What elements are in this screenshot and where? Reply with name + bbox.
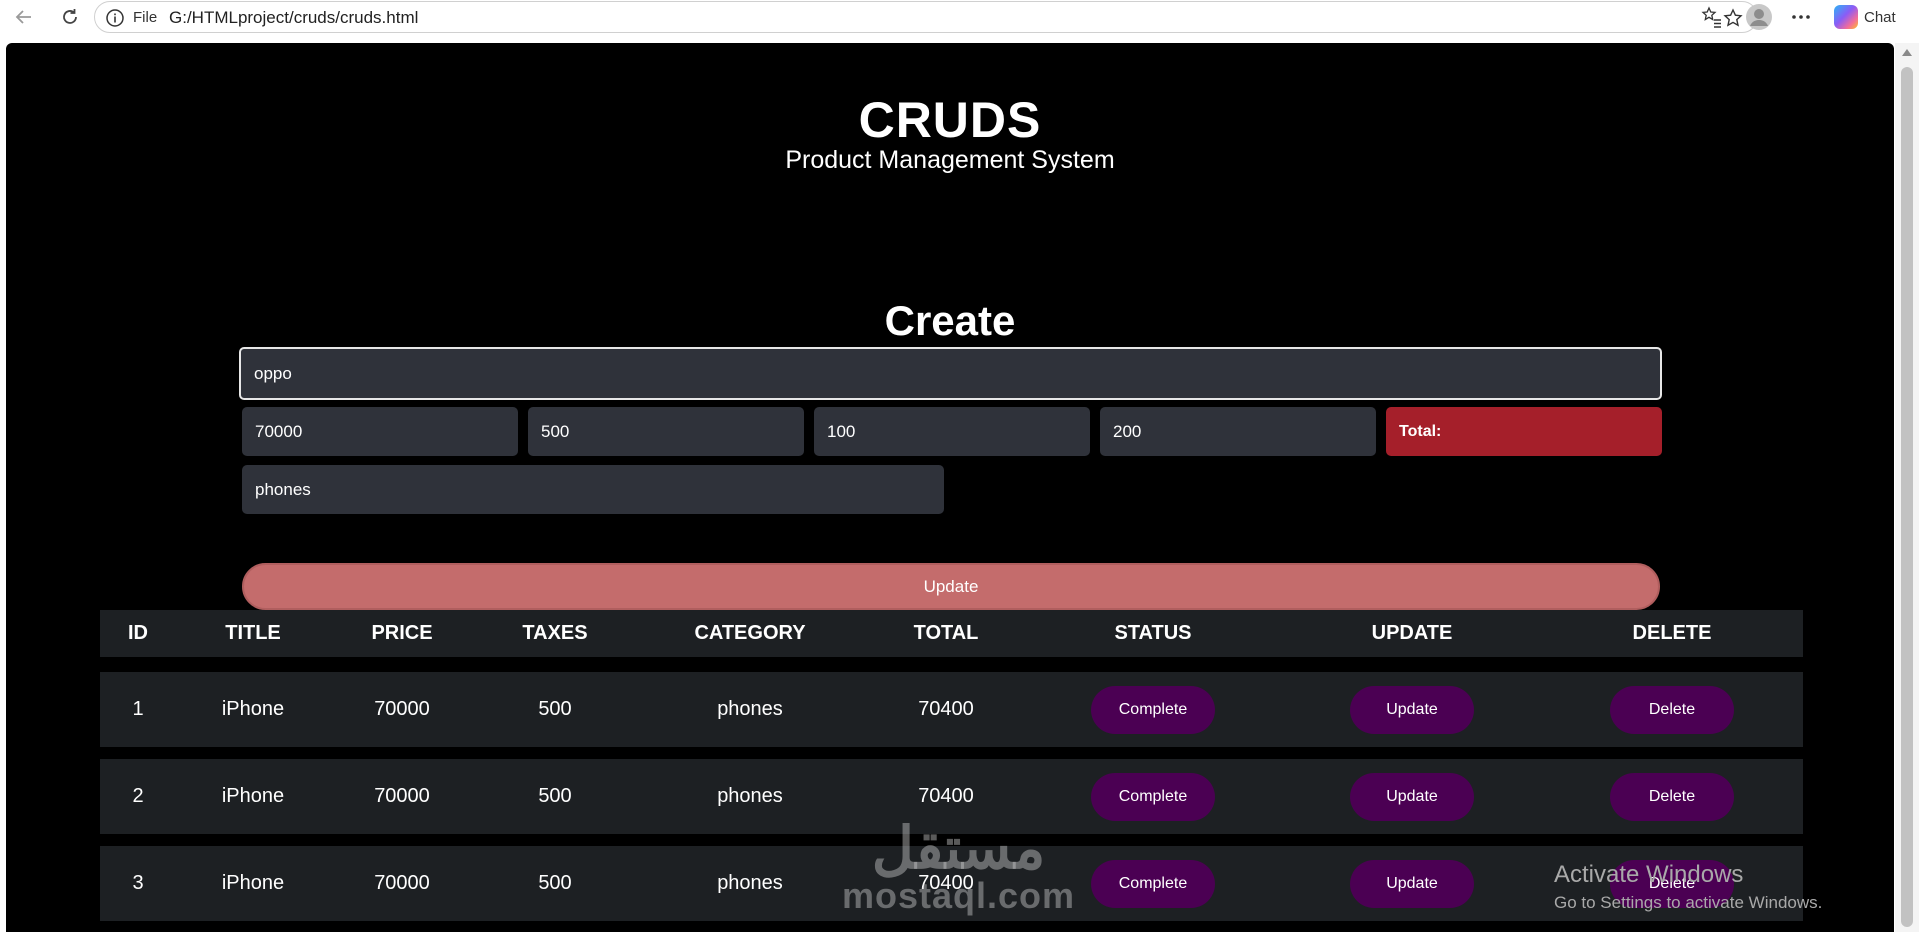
scroll-up-icon[interactable] <box>1902 49 1912 56</box>
favorites-icon[interactable] <box>1700 5 1724 34</box>
category-input[interactable]: phones <box>242 465 944 514</box>
back-icon[interactable] <box>11 4 37 30</box>
complete-button[interactable]: Complete <box>1091 685 1215 734</box>
cell-id: 3 <box>132 872 144 894</box>
activate-windows-hint: Go to Settings to activate Windows. <box>1554 893 1823 912</box>
cell-taxes: 500 <box>538 872 572 894</box>
col-title: TITLE <box>225 622 281 644</box>
discount-input-value: 200 <box>1113 421 1142 441</box>
app-title: CRUDS <box>858 92 1042 148</box>
page-viewport: CRUDS Product Management System Create o… <box>6 43 1894 932</box>
taxes-input-value: 500 <box>541 421 570 441</box>
cell-title: iPhone <box>221 872 285 894</box>
total-display: Total: <box>1386 407 1662 456</box>
cell-price: 70000 <box>374 698 430 720</box>
browser-toolbar: File G:/HTMLproject/cruds/cruds.html Cha… <box>0 0 1919 35</box>
complete-button[interactable]: Complete <box>1091 772 1215 821</box>
form-heading: Create <box>884 297 1016 344</box>
cell-category: phones <box>717 785 783 807</box>
col-delete: DELETE <box>1632 622 1712 644</box>
cell-category: phones <box>717 698 783 720</box>
row-update-button[interactable]: Update <box>1350 685 1474 734</box>
vertical-scrollbar[interactable] <box>1895 43 1919 932</box>
info-icon[interactable] <box>105 8 125 33</box>
profile-icon[interactable] <box>1745 3 1773 36</box>
row-delete-button[interactable]: Delete <box>1610 685 1734 734</box>
table-header: ID TITLE PRICE TAXES CATEGORY TOTAL STAT… <box>100 610 1803 657</box>
cell-taxes: 500 <box>538 785 572 807</box>
ads-input-value: 100 <box>827 421 856 441</box>
watermark-latin: mostaql.com <box>842 875 1076 916</box>
col-status: STATUS <box>1114 622 1192 644</box>
price-input[interactable]: 70000 <box>242 407 518 456</box>
scrollbar-thumb[interactable] <box>1901 67 1913 927</box>
app-subtitle: Product Management System <box>785 146 1115 174</box>
title-input[interactable]: oppo <box>239 347 1662 400</box>
cell-taxes: 500 <box>538 698 572 720</box>
chat-button[interactable]: Chat <box>1834 3 1914 31</box>
title-input-value: oppo <box>254 363 292 383</box>
row-delete-button[interactable]: Delete <box>1610 772 1734 821</box>
col-total: TOTAL <box>913 622 979 644</box>
total-label: Total: <box>1399 422 1442 440</box>
more-icon[interactable] <box>1790 8 1812 31</box>
complete-button[interactable]: Complete <box>1091 859 1215 908</box>
copilot-icon <box>1834 5 1858 29</box>
mostaql-watermark: مستقل mostaql.com <box>842 820 1075 914</box>
star-icon[interactable] <box>1723 8 1743 33</box>
discount-input[interactable]: 200 <box>1100 407 1376 456</box>
activate-windows-notice: Activate Windows Go to Settings to activ… <box>1554 861 1822 913</box>
refresh-icon[interactable] <box>57 4 83 30</box>
category-input-value: phones <box>255 479 311 499</box>
address-bar[interactable]: File G:/HTMLproject/cruds/cruds.html <box>94 1 1758 33</box>
row-update-button[interactable]: Update <box>1350 859 1474 908</box>
cell-price: 70000 <box>374 872 430 894</box>
url-text[interactable]: G:/HTMLproject/cruds/cruds.html <box>169 8 418 28</box>
taxes-input[interactable]: 500 <box>528 407 804 456</box>
col-id: ID <box>128 622 148 644</box>
col-update: UPDATE <box>1371 622 1453 644</box>
col-price: PRICE <box>371 622 433 644</box>
chat-label: Chat <box>1864 8 1896 26</box>
cell-category: phones <box>717 872 783 894</box>
file-label: File <box>133 9 158 26</box>
cell-price: 70000 <box>374 785 430 807</box>
ads-input[interactable]: 100 <box>814 407 1090 456</box>
cell-total: 70400 <box>918 698 974 720</box>
submit-update-button[interactable]: Update <box>242 563 1660 610</box>
col-taxes: TAXES <box>522 622 588 644</box>
table-row: 1 iPhone 70000 500 phones 70400 Complete… <box>100 672 1803 747</box>
watermark-arabic: مستقل <box>871 816 1046 881</box>
cell-title: iPhone <box>221 785 285 807</box>
cell-title: iPhone <box>221 698 285 720</box>
cell-id: 1 <box>132 698 144 720</box>
col-category: CATEGORY <box>694 622 806 644</box>
row-update-button[interactable]: Update <box>1350 772 1474 821</box>
price-input-value: 70000 <box>255 421 303 441</box>
cell-id: 2 <box>132 785 144 807</box>
activate-windows-title: Activate Windows <box>1554 861 1744 888</box>
